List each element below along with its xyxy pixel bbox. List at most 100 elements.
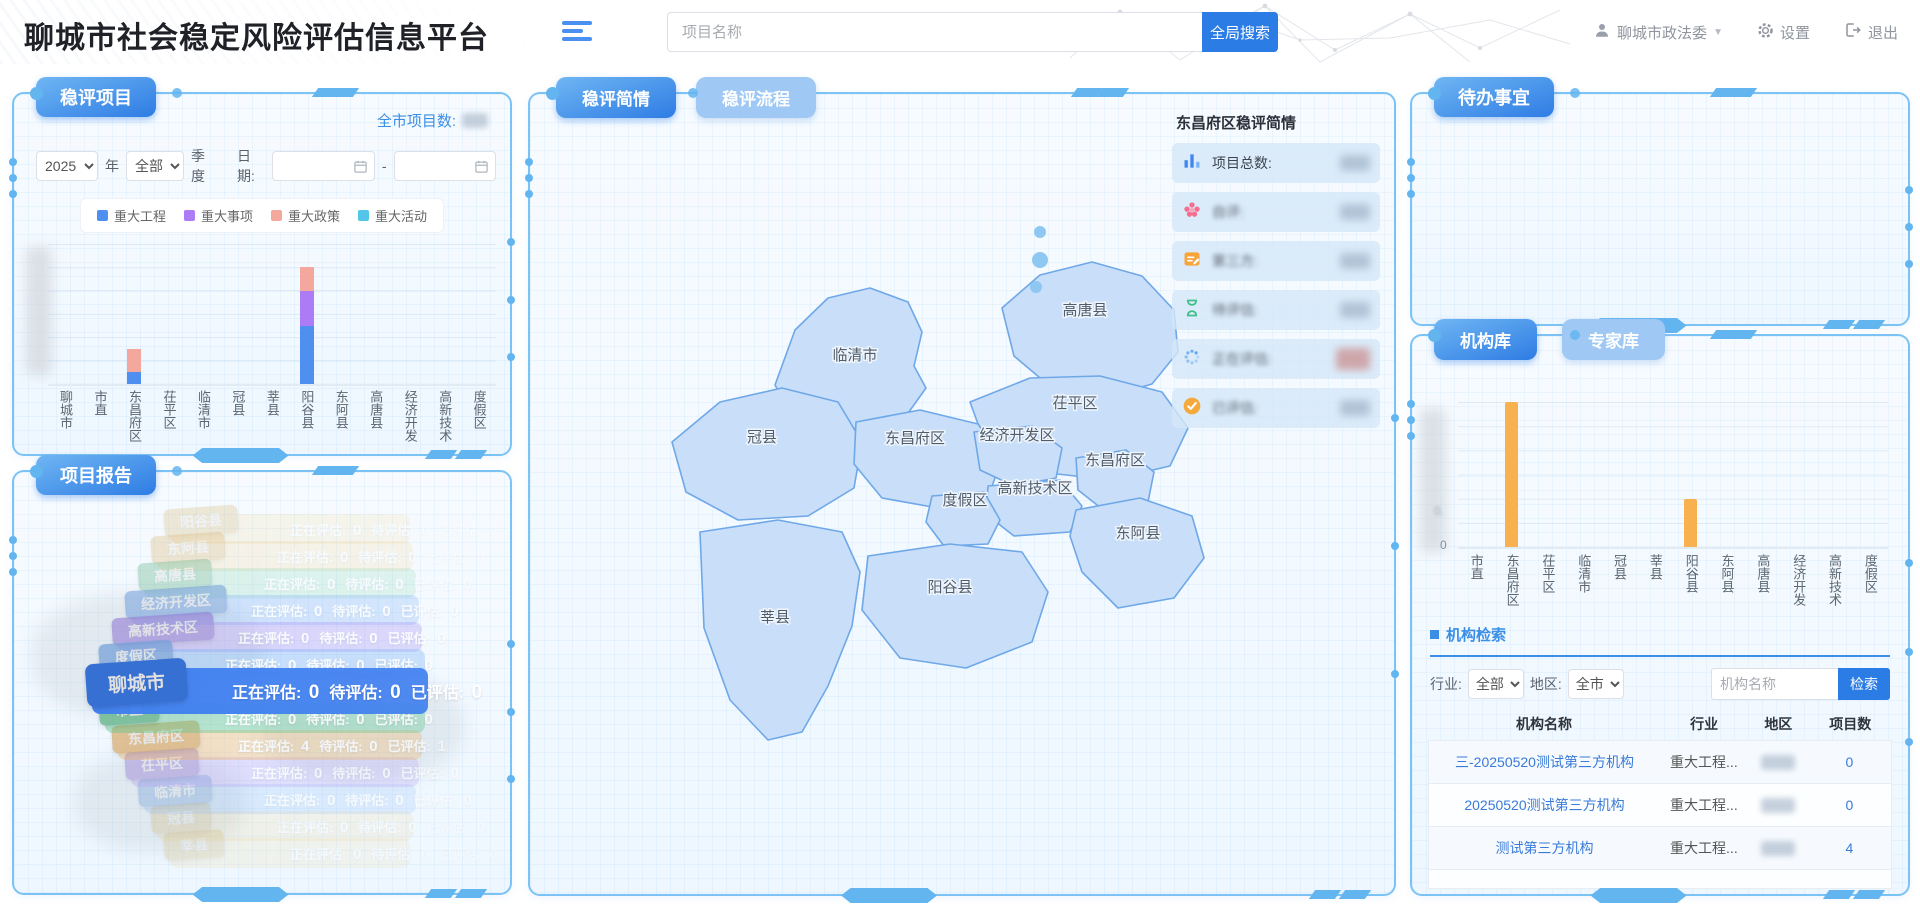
report-card-stats: 正在评估: 0待评估: 0已评估: 0 bbox=[290, 520, 508, 539]
table-row: 20250520测试第三方机构重大工程...0 bbox=[1428, 783, 1892, 826]
report-card-莘县[interactable]: 莘县正在评估: 0待评估: 0已评估: 0 bbox=[170, 838, 410, 868]
x-axis-label: 聊城市 bbox=[48, 390, 82, 442]
chart-column bbox=[1673, 402, 1709, 547]
report-card-stats: 正在评估: 4待评估: 0已评估: 1 bbox=[238, 736, 456, 755]
panel-decoration bbox=[9, 190, 17, 198]
user-name: 聊城市政法委 bbox=[1617, 22, 1707, 43]
panel-decoration bbox=[455, 450, 487, 459]
legend-swatch bbox=[271, 210, 282, 221]
report-card-聊城市[interactable]: 聊城市正在评估: 0待评估: 0已评估: 0 bbox=[92, 668, 428, 714]
map-tab-稳评流程[interactable]: 稳评流程 bbox=[696, 77, 816, 118]
chart-column bbox=[1816, 402, 1852, 547]
org-project-count[interactable]: 4 bbox=[1808, 840, 1891, 856]
bar-segment-重大政策[interactable] bbox=[127, 349, 141, 372]
org-name-link[interactable]: 三-20250520测试第三方机构 bbox=[1429, 752, 1660, 772]
chart-column bbox=[289, 244, 323, 384]
org-name-input[interactable] bbox=[1711, 668, 1838, 700]
redacted-value bbox=[1761, 841, 1795, 856]
org-tab-机构库[interactable]: 机构库 bbox=[1434, 319, 1537, 360]
panel-decoration bbox=[1071, 88, 1103, 97]
panel-decoration bbox=[312, 88, 344, 97]
edit-doc-icon bbox=[1182, 249, 1202, 274]
chart-column bbox=[1852, 402, 1888, 547]
chart-column bbox=[117, 244, 151, 384]
org-table: 机构名称行业地区项目数 三-20250520测试第三方机构重大工程...0202… bbox=[1428, 708, 1892, 889]
x-axis-label: 冠县 bbox=[220, 390, 254, 442]
x-axis-label: 冠县 bbox=[1601, 554, 1637, 606]
org-search-button[interactable]: 检索 bbox=[1838, 668, 1890, 700]
x-axis-label: 临清市 bbox=[1565, 554, 1601, 606]
date-start-input[interactable] bbox=[272, 151, 374, 181]
overlay-stat-label: 自评: bbox=[1212, 202, 1244, 222]
map-region-label: 临清市 bbox=[832, 347, 877, 364]
global-search-button[interactable]: 全局搜索 bbox=[1202, 12, 1278, 52]
x-axis-label: 莘县 bbox=[255, 390, 289, 442]
chart-column bbox=[186, 244, 220, 384]
map-region[interactable] bbox=[1070, 498, 1204, 608]
bar-segment-重大事项[interactable] bbox=[300, 291, 314, 326]
org-industry: 重大工程... bbox=[1660, 838, 1748, 858]
redacted-value bbox=[1340, 253, 1370, 269]
logout-label: 退出 bbox=[1868, 22, 1898, 43]
panel-decoration bbox=[425, 450, 457, 459]
settings-button[interactable]: 设置 bbox=[1757, 22, 1810, 43]
x-axis-label: 临清市 bbox=[186, 390, 220, 442]
report-card-stats: 正在评估: 0待评估: 0已评估: 0 bbox=[251, 763, 469, 782]
bar-segment-重大工程[interactable] bbox=[300, 326, 314, 384]
logout-button[interactable]: 退出 bbox=[1844, 21, 1898, 43]
project-stats-panel: 稳评项目 全市项目数: 2025 年 全部 季度 日期: - 重大工程重大事项重… bbox=[12, 92, 512, 456]
redacted-value bbox=[1336, 348, 1370, 370]
map-region[interactable] bbox=[700, 520, 860, 740]
x-axis-label: 东昌府区 bbox=[1494, 554, 1530, 606]
district-select[interactable]: 全市 bbox=[1568, 669, 1624, 699]
legend-item-重大活动[interactable]: 重大活动 bbox=[358, 206, 427, 225]
legend-label: 重大活动 bbox=[375, 206, 427, 225]
report-card-冠县[interactable]: 冠县正在评估: 0待评估: 0已评估: 0 bbox=[157, 811, 413, 841]
panel-decoration bbox=[1407, 416, 1415, 424]
org-project-count[interactable]: 0 bbox=[1808, 797, 1891, 813]
org-name-link[interactable]: 测试第三方机构 bbox=[1429, 838, 1660, 858]
panel-decoration bbox=[1905, 260, 1913, 268]
chart-column bbox=[393, 244, 427, 384]
x-axis-label: 东阿县 bbox=[324, 390, 358, 442]
industry-select[interactable]: 全部 bbox=[1468, 669, 1524, 699]
current-user[interactable]: 聊城市政法委 ▼ bbox=[1593, 21, 1723, 43]
org-name-link[interactable]: 20250520测试第三方机构 bbox=[1429, 795, 1660, 815]
org-project-count[interactable]: 0 bbox=[1808, 754, 1891, 770]
legend-item-重大政策[interactable]: 重大政策 bbox=[271, 206, 340, 225]
global-search-input[interactable] bbox=[667, 12, 1202, 52]
panel-decoration bbox=[1407, 400, 1415, 408]
quarter-select[interactable]: 全部 bbox=[126, 151, 184, 181]
menu-toggle-icon[interactable] bbox=[562, 21, 592, 43]
x-axis-label: 茌平区 bbox=[1530, 554, 1566, 606]
legend-item-重大事项[interactable]: 重大事项 bbox=[184, 206, 253, 225]
panel-decoration bbox=[1905, 186, 1913, 194]
map-region-label: 东昌府区 bbox=[885, 430, 945, 447]
overlay-stat-row: 已评估: bbox=[1172, 388, 1380, 428]
chart-column bbox=[1745, 402, 1781, 547]
bar-segment[interactable] bbox=[1684, 499, 1697, 547]
org-district bbox=[1748, 841, 1808, 856]
redacted-value bbox=[1340, 302, 1370, 318]
org-tab-专家库[interactable]: 专家库 bbox=[1562, 319, 1665, 360]
report-card-茌平区[interactable]: 茌平区正在评估: 0待评估: 0已评估: 0 bbox=[131, 757, 419, 787]
chart-column bbox=[1601, 402, 1637, 547]
panel-decoration bbox=[1407, 190, 1415, 198]
bar-segment-重大工程[interactable] bbox=[127, 372, 141, 384]
map-region[interactable] bbox=[672, 388, 862, 520]
panel-decoration bbox=[9, 158, 17, 166]
report-card-临清市[interactable]: 临清市正在评估: 0待评估: 0已评估: 0 bbox=[144, 784, 416, 814]
report-card-stats: 正在评估: 0待评估: 0已评估: 0 bbox=[238, 628, 456, 647]
chart-column bbox=[255, 244, 289, 384]
x-axis-label: 高唐县 bbox=[358, 390, 392, 442]
year-select[interactable]: 2025 bbox=[36, 151, 98, 181]
map-tab-稳评简情[interactable]: 稳评简情 bbox=[556, 77, 676, 118]
overlay-stat-label: 正在评估: bbox=[1212, 349, 1272, 369]
overlay-stat-row: 自评: bbox=[1172, 192, 1380, 232]
date-end-input[interactable] bbox=[394, 151, 496, 181]
legend-item-重大工程[interactable]: 重大工程 bbox=[97, 206, 166, 225]
report-card-东昌府区[interactable]: 东昌府区正在评估: 4待评估: 0已评估: 1 bbox=[118, 730, 422, 760]
bar-segment[interactable] bbox=[1505, 402, 1518, 547]
bar-segment-重大政策[interactable] bbox=[300, 267, 314, 290]
map-region[interactable] bbox=[862, 544, 1048, 668]
